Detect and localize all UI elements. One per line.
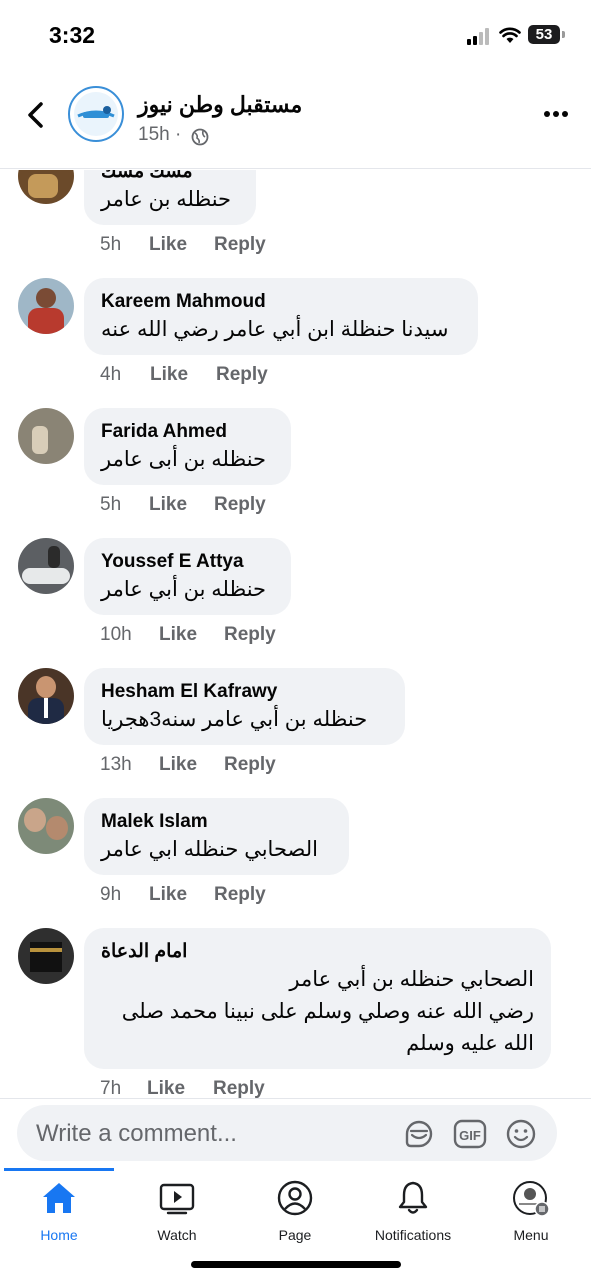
comment-bubble: Kareem Mahmoud سيدنا حنظلة ابن أبي عامر … [84,278,478,355]
commenter-name[interactable]: Youssef E Attya [101,550,274,574]
tab-page[interactable]: Page [236,1180,354,1243]
like-button[interactable]: Like [159,754,197,776]
bell-icon [398,1181,428,1214]
tab-label: Notifications [374,1227,452,1243]
like-button[interactable]: Like [149,884,187,906]
home-icon [43,1183,75,1213]
comment-time: 5h [100,494,122,515]
comment-text: حنظله بن أبي عامر [101,578,267,601]
globe-icon [191,128,209,146]
reply-button[interactable]: Reply [214,494,266,516]
comment-text: حنظله بن عامر [101,188,232,211]
comment-time: 4h [100,364,122,385]
menu-avatar-icon [513,1181,550,1217]
commenter-name[interactable]: Kareem Mahmoud [101,290,461,314]
avatar[interactable] [18,928,74,984]
comment-placeholder: Write a comment... [36,1120,237,1147]
tab-label: Watch [157,1227,197,1243]
avatar[interactable] [18,668,74,724]
reply-button[interactable]: Reply [214,884,266,906]
page-icon [277,1180,313,1216]
comment-time: 10h [100,624,132,645]
comment-text: حنظله بن أبى عامر [101,448,267,471]
tab-label: Home [40,1227,78,1243]
page-avatar[interactable] [68,86,124,142]
comment-time: 13h [100,754,132,775]
comment-text-line: الصحابي حنظله بن أبي عامر [289,968,534,991]
comment-input[interactable]: Write a comment... GIF [17,1105,557,1161]
comment-composer: Write a comment... GIF [0,1098,591,1169]
avatar[interactable] [18,538,74,594]
comment-bubble: Farida Ahmed حنظله بن أبى عامر [84,408,291,485]
avatar[interactable] [18,278,74,334]
comment-text-line: الله عليه وسلم [406,1032,534,1055]
reply-button[interactable]: Reply [214,234,266,256]
like-button[interactable]: Like [159,624,197,646]
avatar[interactable] [18,798,74,854]
post-header: مستقبل وطن نيوز 15h · [0,70,591,169]
status-time: 3:32 [49,22,96,48]
tab-label: Menu [513,1227,549,1243]
comment-text: سيدنا حنظلة ابن أبي عامر رضي الله عنه [101,318,449,341]
more-options-icon[interactable] [543,110,569,118]
comment-bubble: امام الدعاة الصحابي حنظله بن أبي عامر رض… [84,928,551,1069]
reply-button[interactable]: Reply [224,754,276,776]
reply-button[interactable]: Reply [216,364,268,386]
cellular-signal-icon [467,28,489,45]
commenter-name[interactable]: مسك مسك [101,170,239,184]
battery-indicator: 53 [528,25,560,44]
tab-home[interactable]: Home [0,1180,118,1243]
battery-tip [562,31,565,38]
comment-bubble: Youssef E Attya حنظله بن أبي عامر [84,538,291,615]
comment-text-line: رضي الله عنه وصلي وسلم على نبينا محمد صل… [121,1000,534,1023]
tab-watch[interactable]: Watch [118,1180,236,1243]
avatar[interactable] [18,408,74,464]
commenter-name[interactable]: امام الدعاة [101,940,534,964]
status-bar: 3:32 53 [0,0,591,70]
like-button[interactable]: Like [147,1078,185,1098]
post-time: 15h · [138,124,182,145]
sticker-icon[interactable] [403,1118,435,1150]
comment-text: حنظله بن أبي عامر سنه3هجريا [101,708,368,731]
reply-button[interactable]: Reply [213,1078,265,1098]
tab-menu[interactable]: Menu [472,1180,590,1243]
back-arrow-icon[interactable] [22,100,50,130]
active-tab-indicator [4,1168,114,1171]
commenter-name[interactable]: Farida Ahmed [101,420,274,444]
page-name[interactable]: مستقبل وطن نيوز [138,92,302,118]
comment-text: الصحابي حنظله ابي عامر [101,838,318,861]
like-button[interactable]: Like [149,234,187,256]
comment-time: 9h [100,884,122,905]
avatar[interactable] [18,170,74,204]
svg-text:GIF: GIF [459,1128,481,1143]
like-button[interactable]: Like [149,494,187,516]
emoji-icon[interactable] [505,1118,537,1150]
wifi-icon [499,27,521,43]
tab-label: Page [278,1227,312,1243]
home-indicator [191,1261,401,1268]
reply-button[interactable]: Reply [224,624,276,646]
gif-icon[interactable]: GIF [453,1118,487,1150]
page-logo-icon [74,92,118,136]
comment-bubble: Hesham El Kafrawy حنظله بن أبي عامر سنه3… [84,668,405,745]
comments-list: مسك مسك حنظله بن عامر 5h Like Reply Kare… [0,170,591,1098]
commenter-name[interactable]: Hesham El Kafrawy [101,680,388,704]
comment-time: 5h [100,234,122,255]
tab-notifications[interactable]: Notifications [354,1180,472,1243]
watch-icon [159,1183,195,1215]
like-button[interactable]: Like [150,364,188,386]
commenter-name[interactable]: Malek Islam [101,810,332,834]
comment-bubble: مسك مسك حنظله بن عامر [84,170,256,225]
comment-bubble: Malek Islam الصحابي حنظله ابي عامر [84,798,349,875]
comment-time: 7h [100,1078,122,1098]
